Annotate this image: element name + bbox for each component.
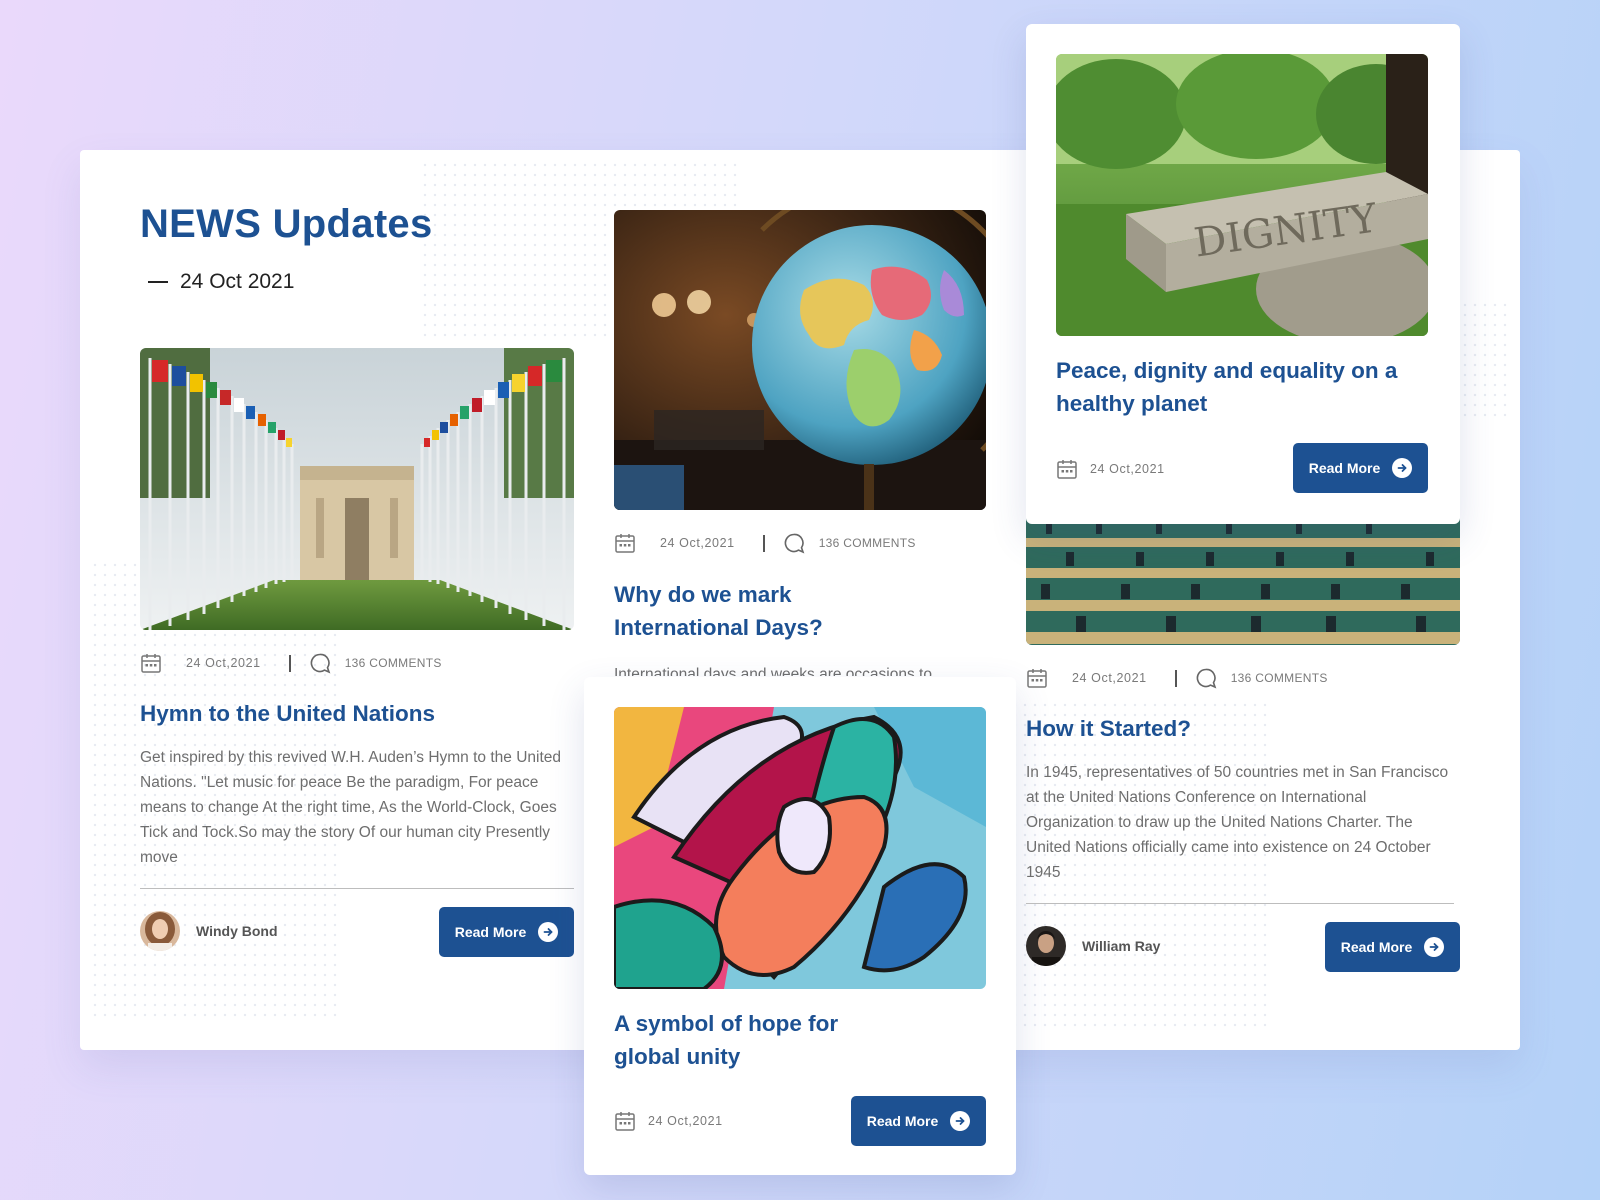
peace-title[interactable]: Peace, dignity and equality on a healthy… bbox=[1056, 354, 1428, 420]
intl-days-excerpt: International days and weeks are occasio… bbox=[614, 666, 932, 676]
intl-days-date: 24 Oct,2021 bbox=[660, 536, 735, 550]
page-date-text: 24 Oct 2021 bbox=[180, 270, 295, 293]
arrow-right-icon bbox=[1424, 937, 1445, 957]
comment-icon bbox=[310, 653, 331, 674]
calendar-icon bbox=[615, 1112, 635, 1131]
peace-read-more-button[interactable]: Read More bbox=[1293, 443, 1428, 493]
hymn-excerpt: Get inspired by this revived W.H. Auden’… bbox=[140, 749, 561, 866]
dignity-stone-photo[interactable]: DIGNITY bbox=[1056, 54, 1428, 336]
hope-date: 24 Oct,2021 bbox=[648, 1114, 723, 1128]
calendar-icon bbox=[1057, 460, 1077, 479]
intl-days-comments[interactable]: 136 COMMENTS bbox=[819, 536, 916, 550]
page-title: NEWS Updates bbox=[140, 202, 433, 246]
arrow-right-icon bbox=[538, 922, 559, 942]
hymn-title[interactable]: Hymn to the United Nations bbox=[140, 697, 574, 730]
calendar-icon bbox=[1027, 669, 1047, 688]
started-date: 24 Oct,2021 bbox=[1072, 671, 1147, 685]
arrow-right-icon bbox=[1392, 458, 1413, 478]
calendar-icon bbox=[141, 654, 161, 673]
arrow-right-icon bbox=[950, 1111, 971, 1131]
started-read-more-button[interactable]: Read More bbox=[1325, 922, 1460, 972]
hope-meta: 24 Oct,2021 bbox=[614, 1110, 723, 1132]
hymn-date: 24 Oct,2021 bbox=[186, 656, 261, 670]
avatar bbox=[1026, 926, 1066, 966]
read-more-label: Read More bbox=[454, 924, 527, 940]
hymn-author: Windy Bond bbox=[196, 923, 278, 939]
comment-icon bbox=[784, 533, 805, 554]
meta-separator bbox=[762, 534, 765, 552]
read-more-label: Read More bbox=[866, 1113, 939, 1129]
globe-photo[interactable] bbox=[614, 210, 986, 510]
hymn-meta: 24 Oct,2021 136 COMMENTS bbox=[140, 652, 442, 674]
hymn-divider bbox=[140, 888, 574, 889]
avatar bbox=[140, 911, 180, 951]
started-title[interactable]: How it Started? bbox=[1026, 712, 1426, 745]
started-divider bbox=[1026, 903, 1454, 904]
comment-icon bbox=[1196, 668, 1217, 689]
hope-read-more-button[interactable]: Read More bbox=[851, 1096, 986, 1146]
hymn-comments[interactable]: 136 COMMENTS bbox=[345, 656, 442, 670]
intl-days-title[interactable]: Why do we mark International Days? bbox=[614, 578, 914, 644]
meta-separator bbox=[1174, 669, 1177, 687]
started-author: William Ray bbox=[1082, 938, 1161, 954]
started-meta: 24 Oct,2021 136 COMMENTS bbox=[1026, 667, 1328, 689]
read-more-label: Read More bbox=[1308, 460, 1381, 476]
calendar-icon bbox=[615, 534, 635, 553]
meta-separator bbox=[288, 654, 291, 672]
hope-title[interactable]: A symbol of hope for global unity bbox=[614, 1007, 884, 1073]
peace-date: 24 Oct,2021 bbox=[1090, 462, 1165, 476]
read-more-label: Read More bbox=[1340, 939, 1413, 955]
peace-meta: 24 Oct,2021 bbox=[1056, 458, 1165, 480]
un-flags-photo[interactable] bbox=[140, 348, 574, 630]
hands-mural-photo[interactable] bbox=[614, 707, 986, 989]
page-date: 24 Oct 2021 bbox=[148, 270, 294, 294]
started-excerpt: In 1945, representatives of 50 countries… bbox=[1026, 764, 1449, 881]
hymn-read-more-button[interactable]: Read More bbox=[439, 907, 574, 957]
date-dash bbox=[148, 281, 168, 283]
intl-days-meta: 24 Oct,2021 136 COMMENTS bbox=[614, 532, 916, 554]
started-comments[interactable]: 136 COMMENTS bbox=[1231, 671, 1328, 685]
